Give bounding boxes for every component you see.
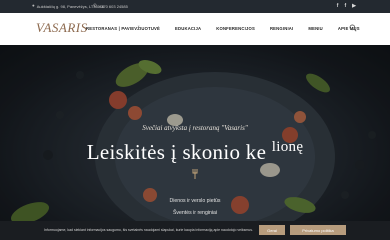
site-header: VASARIS RESTORANAS | PAVIEVŽIUOTUVĖ EDUK…	[0, 13, 390, 45]
hero-line-lunch[interactable]: Dienos ir verslo pietūs	[0, 198, 390, 204]
hero-banner: Svečiai atvyksta į restoraną "Vasaris" L…	[0, 45, 390, 240]
hero-subtitle: Svečiai atvyksta į restoraną "Vasaris"	[142, 124, 248, 132]
youtube-icon[interactable]: ▶	[352, 3, 356, 10]
phone-text: +370 603 24585	[98, 4, 128, 9]
nav-item-edukacija[interactable]: EDUKACIJA	[175, 26, 201, 31]
hero-title-accent: lionę	[271, 139, 304, 155]
cookie-accept-button[interactable]: Gerai	[259, 225, 285, 235]
nav-item-meniu[interactable]: MENIU	[308, 26, 323, 31]
cookie-text: Informuojame, kad siekiant informacijos …	[44, 228, 253, 232]
cookie-bar: Informuojame, kad siekiant informacijos …	[0, 221, 390, 240]
map-pin-icon: ●	[32, 3, 35, 9]
privacy-policy-button[interactable]: Privatumo politika	[290, 225, 346, 235]
nav-item-restoranas[interactable]: RESTORANAS | PAVIEVŽIUOTUVĖ	[86, 26, 160, 31]
facebook-icon[interactable]: f	[337, 3, 339, 10]
nav-item-konferencijos[interactable]: KONFERENCIJOS	[216, 26, 255, 31]
facebook-icon[interactable]: f	[344, 3, 346, 10]
nav-item-renginiai[interactable]: RENGINIAI	[270, 26, 293, 31]
search-icon[interactable]	[349, 24, 357, 32]
top-info-bar: ● Aukštaičių g. 98, Panevėžys, LT35116 ✆…	[0, 0, 390, 13]
hero-line-events[interactable]: Šventės ir renginiai	[0, 210, 390, 216]
hero-title-text: Leiskitės į skonio ke	[86, 140, 267, 164]
main-nav: RESTORANAS | PAVIEVŽIUOTUVĖ EDUKACIJA KO…	[86, 26, 360, 31]
logo[interactable]: VASARIS	[36, 20, 88, 36]
fork-icon	[192, 169, 198, 179]
hero-title: Leiskitės į skonio ke lionę	[0, 139, 390, 165]
phone-icon: ✆	[93, 3, 97, 9]
social-links: f f ▶	[337, 3, 356, 10]
phone[interactable]: ✆ +370 603 24585	[93, 4, 128, 9]
